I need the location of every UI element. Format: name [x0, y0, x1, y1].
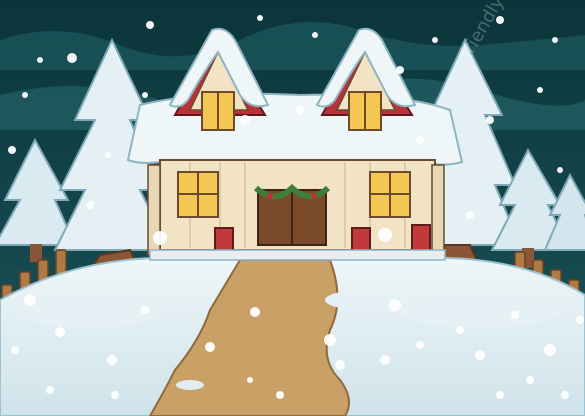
garland-bow-left — [267, 193, 273, 199]
scene-illustration: friendlystock — [0, 0, 585, 416]
snow-mound-left — [20, 292, 160, 328]
winter-house-scene: friendlystock — [0, 0, 585, 416]
path-snow-patch — [176, 380, 204, 390]
snow-mound-right — [400, 292, 560, 328]
front-window-left — [177, 171, 219, 218]
porch-pillar-right — [431, 164, 445, 256]
porch-floor — [149, 249, 446, 261]
garland-bow-right — [311, 193, 317, 199]
front-window-right — [369, 171, 411, 218]
